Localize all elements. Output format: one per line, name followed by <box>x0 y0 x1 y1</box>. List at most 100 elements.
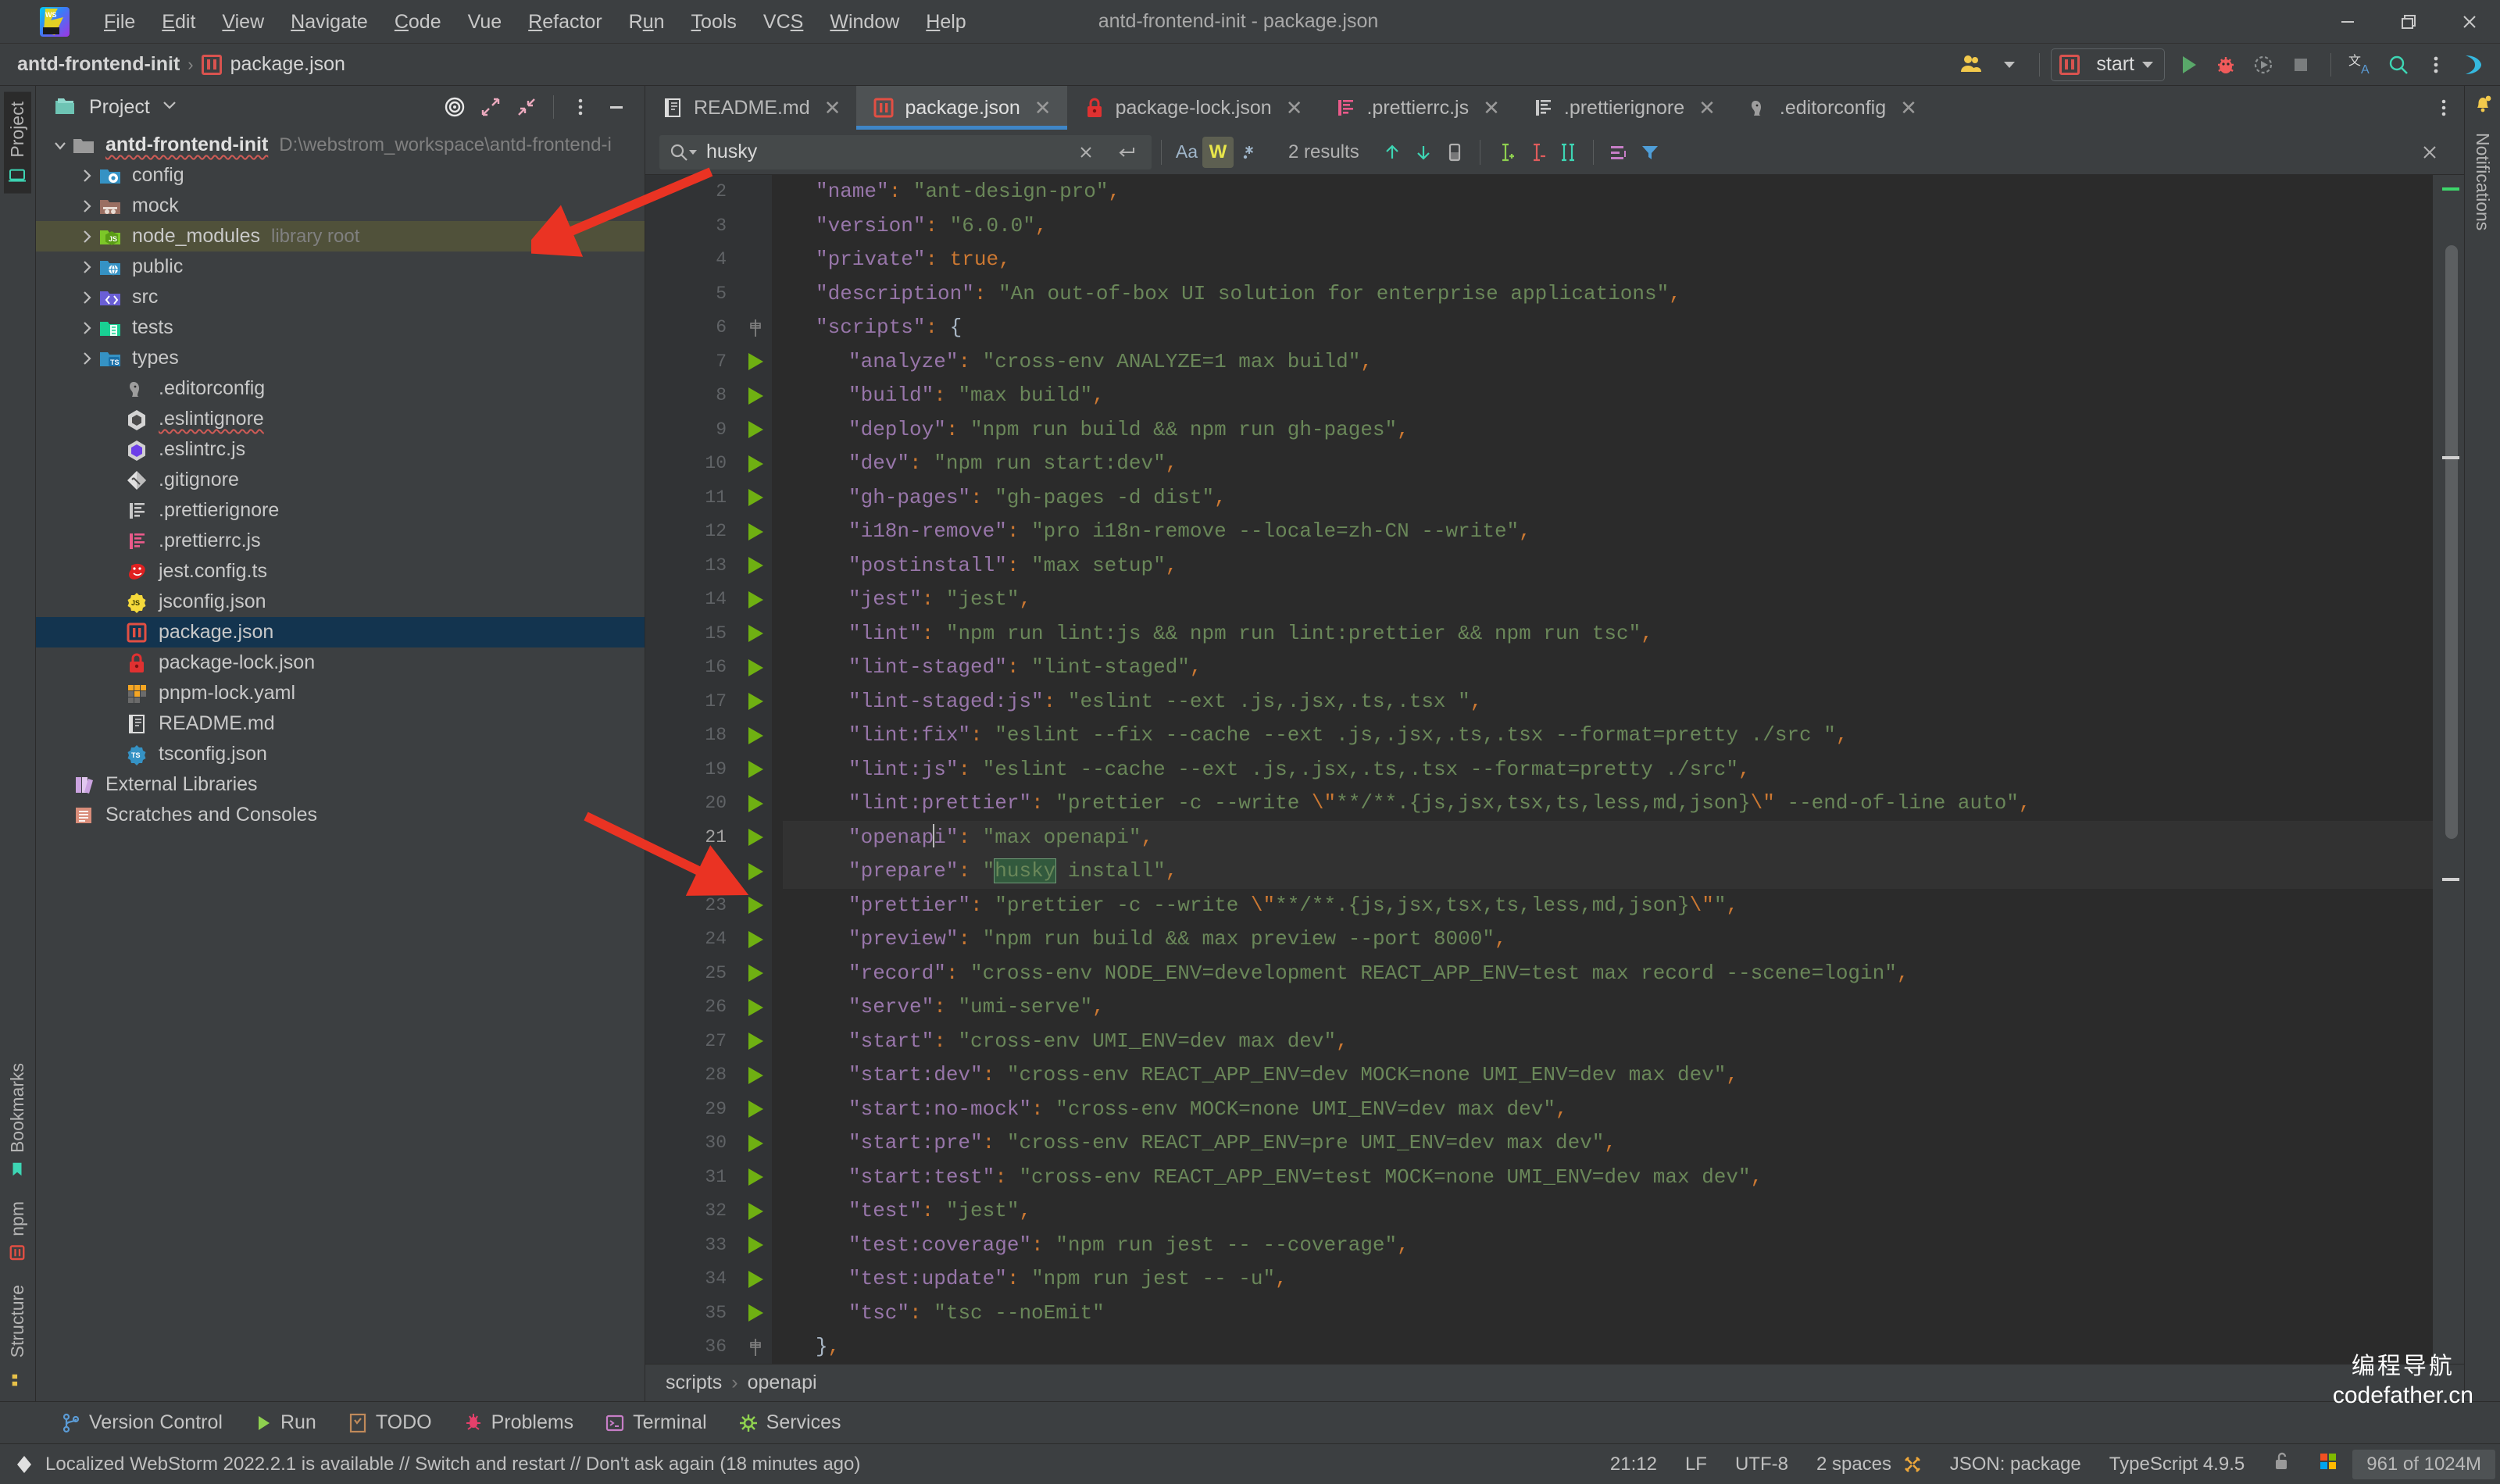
menu-file[interactable]: File <box>91 6 148 37</box>
tab-list-options[interactable] <box>2434 86 2464 130</box>
code-line[interactable]: "scripts": { <box>783 311 2433 345</box>
chevron-right-icon[interactable] <box>77 348 97 369</box>
account-icon[interactable] <box>1953 48 1991 82</box>
editor-tab[interactable]: .editorconfig ✕ <box>1731 86 1933 130</box>
sidebar-item-notifications[interactable]: Notifications <box>2469 123 2496 240</box>
code-line[interactable]: "analyze": "cross-env ANALYZE=1 max buil… <box>783 345 2433 380</box>
debug-icon[interactable] <box>2207 48 2245 82</box>
scrollbar-thumb[interactable] <box>2445 245 2458 839</box>
code-line[interactable]: "version": "6.0.0", <box>783 209 2433 244</box>
chevron-right-icon[interactable] <box>77 227 97 247</box>
menu-window[interactable]: Window <box>816 6 912 37</box>
code-line[interactable]: "test": "jest", <box>783 1194 2433 1229</box>
expand-all-icon[interactable] <box>473 91 508 123</box>
close-tab-icon[interactable]: ✕ <box>824 96 841 120</box>
tree-row[interactable]: pnpm-lock.yaml <box>36 678 645 708</box>
tree-row[interactable]: JS node_modules library root <box>36 221 645 251</box>
line-separator[interactable]: LF <box>1671 1450 1721 1479</box>
tree-row[interactable]: package-lock.json <box>36 647 645 678</box>
run-script-icon[interactable] <box>739 413 772 448</box>
tree-row[interactable]: TS types <box>36 343 645 373</box>
chevron-right-icon[interactable] <box>77 287 97 308</box>
maximize-icon[interactable] <box>2378 0 2439 44</box>
editor-tab-bar[interactable]: README.md ✕ package.json ✕ package-lock.json… <box>645 86 2464 130</box>
code-line[interactable]: "serve": "umi-serve", <box>783 990 2433 1025</box>
notifications-bell-icon[interactable] <box>2471 92 2495 116</box>
editor-tab[interactable]: .prettierignore ✕ <box>1516 86 1731 130</box>
code-line[interactable]: "openapi": "max openapi", <box>783 820 2433 854</box>
menu-edit[interactable]: Edit <box>148 6 209 37</box>
translate-icon[interactable]: 文 A <box>2342 48 2380 82</box>
code-line[interactable]: "start:pre": "cross-env REACT_APP_ENV=pr… <box>783 1126 2433 1161</box>
sidebar-item-structure[interactable]: Structure <box>4 1275 31 1367</box>
filter-icon[interactable] <box>1634 137 1666 168</box>
run-script-icon[interactable] <box>739 1297 772 1331</box>
run-icon[interactable] <box>2170 48 2207 82</box>
run-script-icon[interactable] <box>739 821 772 855</box>
stop-icon[interactable] <box>2282 48 2320 82</box>
code-line[interactable]: "build": "max build", <box>783 379 2433 413</box>
tree-row[interactable]: Scratches and Consoles <box>36 800 645 830</box>
tree-row[interactable]: README.md <box>36 708 645 739</box>
code-line[interactable]: "preview": "npm run build && max preview… <box>783 922 2433 957</box>
close-find-icon[interactable] <box>2414 137 2445 168</box>
typescript-version[interactable]: TypeScript 4.9.5 <box>2095 1450 2259 1479</box>
code-line[interactable]: "postinstall": "max setup", <box>783 549 2433 583</box>
code-line[interactable]: "lint:fix": "eslint --fix --cache --ext … <box>783 719 2433 753</box>
tree-row[interactable]: antd-frontend-init D:\webstrom_workspace\… <box>36 130 645 160</box>
menu-run[interactable]: Run <box>616 6 678 37</box>
run-script-icon[interactable] <box>739 719 772 753</box>
tool-window-bar[interactable]: Version Control Run TODO Problems Terminal Se… <box>0 1401 2500 1443</box>
code-line[interactable]: "start": "cross-env UMI_ENV=dev max dev"… <box>783 1025 2433 1059</box>
menu-navigate[interactable]: Navigate <box>277 6 381 37</box>
run-script-icon[interactable] <box>739 379 772 413</box>
file-encoding[interactable]: UTF-8 <box>1721 1450 1802 1479</box>
close-tab-icon[interactable]: ✕ <box>1286 96 1303 120</box>
code-line[interactable]: "test:update": "npm run jest -- -u", <box>783 1262 2433 1297</box>
tool-window-terminal[interactable]: Terminal <box>589 1407 722 1439</box>
status-message-group[interactable]: Localized WebStorm 2022.2.1 is available… <box>14 1454 860 1475</box>
unlocked-icon[interactable] <box>2259 1448 2304 1480</box>
run-script-icon[interactable] <box>739 1093 772 1127</box>
run-script-icon[interactable] <box>739 1161 772 1195</box>
code-line[interactable]: "start:test": "cross-env REACT_APP_ENV=t… <box>783 1161 2433 1195</box>
breadcrumb-file[interactable]: package.json <box>230 53 345 76</box>
menu-tools[interactable]: Tools <box>678 6 750 37</box>
sidebar-item-npm[interactable]: npm <box>4 1192 31 1271</box>
collapse-all-icon[interactable] <box>509 91 544 123</box>
run-script-icon[interactable] <box>739 549 772 583</box>
caret-position[interactable]: 21:12 <box>1596 1450 1671 1479</box>
run-script-icon[interactable] <box>739 753 772 787</box>
editor-scrollbar[interactable] <box>2433 175 2464 1364</box>
run-script-icon[interactable] <box>739 345 772 380</box>
tool-window-problems[interactable]: Problems <box>448 1407 590 1439</box>
tree-row[interactable]: tests <box>36 312 645 343</box>
select-opened-file-icon[interactable] <box>438 91 472 123</box>
tree-row[interactable]: public <box>36 251 645 282</box>
code-line[interactable]: "test:coverage": "npm run jest -- --cove… <box>783 1229 2433 1263</box>
run-script-icon[interactable] <box>739 922 772 957</box>
run-script-icon[interactable] <box>739 957 772 991</box>
close-tab-icon[interactable]: ✕ <box>1034 96 1052 120</box>
code-line[interactable]: "start:dev": "cross-env REACT_APP_ENV=de… <box>783 1058 2433 1093</box>
code-line[interactable]: "prettier": "prettier -c --write \"**/**… <box>783 889 2433 923</box>
tree-row[interactable]: .eslintrc.js <box>36 434 645 465</box>
code-line[interactable]: "lint:js": "eslint --cache --ext .js,.js… <box>783 753 2433 787</box>
select-all-occurrences-icon[interactable] <box>1439 137 1470 168</box>
run-script-icon[interactable] <box>739 481 772 515</box>
words-icon[interactable]: W <box>1202 136 1234 168</box>
run-script-icon[interactable] <box>739 1262 772 1297</box>
tool-window-services[interactable]: Services <box>723 1407 857 1439</box>
tree-row[interactable]: .prettierignore <box>36 495 645 526</box>
multiline-icon[interactable] <box>1111 137 1142 168</box>
tree-row[interactable]: mock <box>36 191 645 221</box>
tree-row[interactable]: config <box>36 160 645 191</box>
windows-icon[interactable] <box>2304 1448 2352 1480</box>
code-breadcrumb[interactable]: scripts › openapi <box>645 1364 2464 1401</box>
code-line[interactable]: "prepare": "husky install", <box>783 854 2433 889</box>
close-tab-icon[interactable]: ✕ <box>1483 96 1500 120</box>
run-script-icon[interactable] <box>739 1025 772 1059</box>
editor-tab[interactable]: .prettierrc.js ✕ <box>1318 86 1515 130</box>
close-tab-icon[interactable]: ✕ <box>1698 96 1716 120</box>
code-line[interactable]: "i18n-remove": "pro i18n-remove --locale… <box>783 515 2433 549</box>
